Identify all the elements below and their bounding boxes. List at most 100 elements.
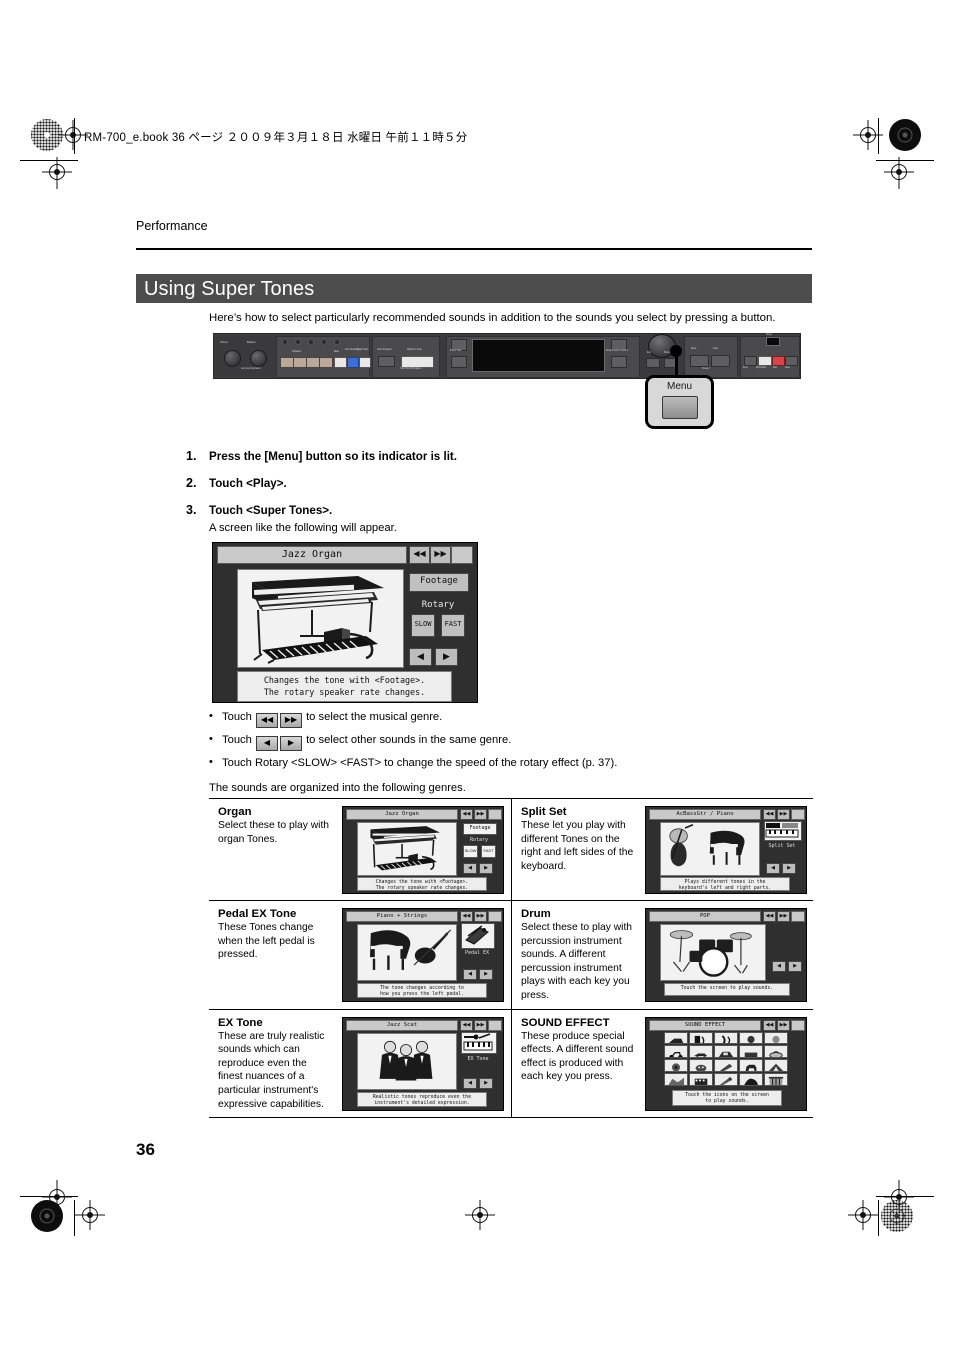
control-panel-figure: Volume Balance Accomp Keyboard Variation… (213, 333, 801, 379)
song-label: Song (766, 333, 772, 336)
genre-prev-key-icon[interactable]: ◀◀ (255, 713, 278, 728)
start-stop-label: Start/ Stop (357, 348, 369, 351)
sfx-icon-9[interactable] (739, 1045, 763, 1059)
thumb-prev-icon[interactable]: ◀◀ (763, 911, 776, 922)
genre-cell-drum: Drum Select these to play with percussio… (511, 901, 813, 1009)
registration-solid-top-right (888, 118, 922, 152)
tempo-fast-button[interactable] (711, 355, 730, 367)
sfx-icon-12[interactable] (689, 1059, 713, 1072)
thumb-fast-button[interactable]: FAST (481, 845, 496, 858)
variation-button-3[interactable] (306, 357, 320, 368)
thumb-arrow-right[interactable]: ▶ (479, 863, 493, 874)
panel-lcd-screen[interactable] (472, 339, 605, 372)
thumb-prev-icon[interactable]: ◀◀ (460, 911, 473, 922)
thumb-next-icon[interactable]: ▶▶ (777, 1019, 790, 1031)
sfx-icon-4[interactable] (739, 1031, 763, 1045)
intro-ending-button[interactable] (347, 357, 359, 368)
tempo-slow-button[interactable] (690, 355, 709, 367)
sfx-icon-2[interactable] (689, 1031, 713, 1045)
thumb-slow-button[interactable]: SLOW (463, 845, 478, 858)
thumb-caption-line-2: to play sounds. (705, 1098, 749, 1104)
thumb-next-icon[interactable]: ▶▶ (777, 911, 790, 922)
bullet-2-lead: Touch (222, 734, 252, 746)
sfx-icon-7[interactable] (689, 1045, 713, 1059)
thumb-prev-icon[interactable]: ◀◀ (460, 809, 473, 820)
display-right-button-2[interactable] (611, 356, 627, 368)
screen-title: Jazz Organ (281, 549, 343, 560)
variation-button-2[interactable] (293, 357, 307, 368)
thumb-caption-line-2: instrument's detailed expression. (374, 1100, 470, 1106)
variation-button-4[interactable] (319, 357, 333, 368)
genre-prev-icon[interactable]: ◀◀ (409, 546, 430, 564)
table-row: Organ Select these to play with organ To… (209, 798, 813, 900)
sfx-icon-17[interactable] (689, 1072, 713, 1086)
thumb-prev-icon[interactable]: ◀◀ (763, 809, 776, 820)
sfx-icon-5[interactable] (764, 1031, 788, 1045)
sfx-icon-13[interactable] (714, 1059, 738, 1072)
thumb-caption: Changes the tone with <Footage>. The rot… (357, 877, 487, 891)
thumb-arrow-left[interactable]: ◀ (463, 969, 477, 980)
piano-solo-label: Piano Solo (450, 349, 462, 352)
sfx-icon-18[interactable] (714, 1072, 738, 1086)
thumb-arrow-left[interactable]: ◀ (463, 1077, 477, 1089)
table-row: EX Tone These are truly realistic sounds… (209, 1008, 813, 1119)
sfx-icon-1[interactable] (664, 1031, 688, 1045)
sfx-icon-14[interactable] (739, 1059, 763, 1072)
sfx-icon-16[interactable] (664, 1072, 688, 1086)
sound-prev-key-icon[interactable]: ◀ (255, 736, 278, 751)
sound-next-button[interactable]: ▶ (435, 648, 458, 666)
sfx-icon-8[interactable] (714, 1045, 738, 1059)
rotary-slow-button[interactable]: SLOW (411, 614, 435, 637)
thumb-prev-icon[interactable]: ◀◀ (763, 1019, 776, 1031)
thumb-arrow-right[interactable]: ▶ (479, 1077, 493, 1089)
thumb-arrow-left[interactable]: ◀ (772, 961, 786, 972)
thumb-arrow-right[interactable]: ▶ (788, 961, 802, 972)
rotary-fast-button[interactable]: FAST (441, 614, 465, 637)
variation-button-1[interactable] (280, 357, 294, 368)
page-title: Using Super Tones (144, 278, 315, 300)
genre-title: Drum (521, 908, 551, 920)
sound-prev-button[interactable]: ◀ (409, 648, 432, 666)
thumb-title-bar: Jazz Scat (346, 1019, 458, 1031)
user-program-button[interactable] (378, 356, 395, 367)
start-stop-button[interactable] (359, 357, 371, 368)
screen-tab-blank (451, 546, 473, 564)
thumb-title-bar: AcBassGtr / Piano (649, 809, 761, 820)
sfx-icon-15[interactable] (764, 1059, 788, 1072)
genre-next-key-icon[interactable]: ▶▶ (279, 713, 302, 728)
genre-description: These produce special effects. A differe… (521, 1030, 634, 1083)
thumb-arrow-left[interactable]: ◀ (766, 863, 780, 874)
sfx-icon-19[interactable] (739, 1072, 763, 1086)
prev-button[interactable] (744, 356, 757, 366)
sfx-icon-6[interactable] (664, 1045, 688, 1059)
thumb-next-icon[interactable]: ▶▶ (474, 911, 487, 922)
sfx-icon-11[interactable] (664, 1059, 688, 1072)
crop-mark-left-upper (42, 155, 72, 189)
genre-cell-pedal-ex-tone: Pedal EX Tone These Tones change when th… (209, 901, 511, 1009)
thumb-footage-button[interactable]: Footage (463, 823, 497, 835)
thumb-tab-blank (791, 1019, 805, 1031)
next-button[interactable] (785, 356, 798, 366)
thumb-caption-line-2: how you press the left pedal. (380, 992, 464, 998)
sfx-icon-10[interactable] (764, 1045, 788, 1059)
thumb-arrow-right[interactable]: ▶ (782, 863, 796, 874)
thumb-next-icon[interactable]: ▶▶ (474, 1019, 487, 1031)
thumb-tab-blank (791, 911, 805, 922)
variation-lamp-1 (282, 339, 288, 345)
exit-button[interactable] (646, 358, 660, 368)
thumb-arrow-left[interactable]: ◀ (463, 863, 477, 874)
thumb-prev-icon[interactable]: ◀◀ (460, 1019, 473, 1031)
rec-button[interactable] (772, 356, 785, 366)
genre-next-icon[interactable]: ▶▶ (430, 546, 451, 564)
sfx-icon-20[interactable] (764, 1072, 788, 1086)
sound-next-key-icon[interactable]: ▶ (279, 736, 302, 751)
beat-button[interactable] (334, 357, 347, 368)
thumb-arrow-right[interactable]: ▶ (479, 969, 493, 980)
footage-button[interactable]: Footage (409, 573, 469, 592)
display-left-button-2[interactable] (451, 356, 467, 368)
thumb-next-icon[interactable]: ▶▶ (777, 809, 790, 820)
sfx-icon-3[interactable] (714, 1031, 738, 1045)
play-stop-button[interactable] (758, 356, 772, 366)
callout-menu-button[interactable] (662, 396, 698, 419)
thumb-next-icon[interactable]: ▶▶ (474, 809, 487, 820)
